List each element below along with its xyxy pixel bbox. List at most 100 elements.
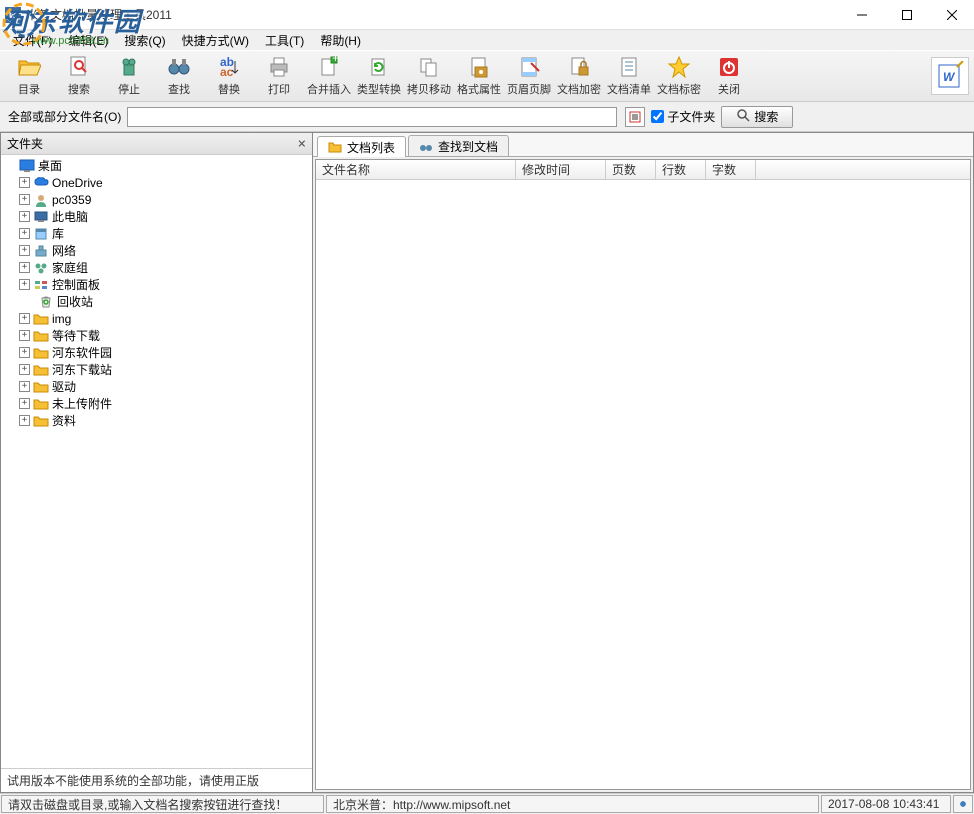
tree-item[interactable]: 回收站 — [15, 293, 312, 310]
tb-merge[interactable]: +合并插入 — [305, 53, 353, 99]
tb-directory[interactable]: 目录 — [5, 53, 53, 99]
tb-print[interactable]: 打印 — [255, 53, 303, 99]
menu-shortcut[interactable]: 快捷方式(W) — [174, 30, 257, 51]
tree-item[interactable]: + 河东软件园 — [15, 344, 312, 361]
file-list-body[interactable] — [316, 180, 970, 789]
col-modtime[interactable]: 修改时间 — [516, 160, 606, 179]
tree-root[interactable]: 桌面 — [1, 157, 312, 174]
expand-icon[interactable]: + — [19, 177, 30, 188]
col-filename[interactable]: 文件名称 — [316, 160, 516, 179]
tree-item[interactable]: +河东下载站 — [15, 361, 312, 378]
expand-icon[interactable]: + — [19, 330, 30, 341]
tree-item-label: pc0359 — [52, 193, 91, 207]
file-list: 文件名称 修改时间 页数 行数 字数 — [315, 159, 971, 790]
list-icon — [617, 55, 641, 79]
search-input[interactable] — [127, 107, 617, 127]
tab-found[interactable]: 查找到文档 — [408, 135, 509, 156]
menu-bar: 文件(F) 编辑(E) 搜索(Q) 快捷方式(W) 工具(T) 帮助(H) — [0, 30, 974, 50]
tb-format[interactable]: 格式属性 — [455, 53, 503, 99]
tree-item-icon — [33, 244, 49, 258]
maximize-button[interactable] — [884, 0, 929, 29]
tree-item[interactable]: +网络 — [15, 242, 312, 259]
folder-tree-pane: 文件夹 × 桌面 + OneDrive + pc0359 + 此电脑+库+网络+家庭组+控… — [0, 132, 313, 793]
col-pages[interactable]: 页数 — [606, 160, 656, 179]
tb-copymove[interactable]: 拷贝移动 — [405, 53, 453, 99]
tb-search[interactable]: 搜索 — [55, 53, 103, 99]
expand-icon[interactable]: + — [19, 415, 30, 426]
expand-icon[interactable]: + — [19, 228, 30, 239]
svg-text:W: W — [943, 70, 956, 84]
tree-item[interactable]: +控制面板 — [15, 276, 312, 293]
main-split: 文件夹 × 桌面 + OneDrive + pc0359 + 此电脑+库+网络+家庭组+控… — [0, 132, 974, 793]
tree-item[interactable]: + pc0359 — [15, 191, 312, 208]
tb-stop[interactable]: 停止 — [105, 53, 153, 99]
tree-item[interactable]: + OneDrive — [15, 174, 312, 191]
subfolder-checkbox[interactable]: 子文件夹 — [651, 108, 715, 125]
tb-encrypt[interactable]: 文档加密 — [555, 53, 603, 99]
expand-icon[interactable]: + — [19, 313, 30, 324]
tree-item[interactable]: + 资料 — [15, 412, 312, 429]
subfolder-checkbox-input[interactable] — [651, 110, 664, 123]
tree-item[interactable]: +img — [15, 310, 312, 327]
stop-icon — [117, 55, 141, 79]
folder-tree-title: 文件夹 — [7, 135, 43, 152]
tb-header-footer[interactable]: 页眉页脚 — [505, 53, 553, 99]
search-page-icon — [67, 55, 91, 79]
minimize-button[interactable] — [839, 0, 884, 29]
tb-convert[interactable]: 类型转换 — [355, 53, 403, 99]
tree-item-label: OneDrive — [52, 176, 103, 190]
status-hint: 请双击磁盘或目录,或输入文档名搜索按钮进行查找！ — [1, 795, 324, 813]
tb-secret[interactable]: 文档标密 — [655, 53, 703, 99]
tree-item[interactable]: +驱动 — [15, 378, 312, 395]
tree-item[interactable]: + 等待下载 — [15, 327, 312, 344]
tree-item-label: 河东软件园 — [52, 344, 112, 361]
tb-list[interactable]: 文档清单 — [605, 53, 653, 99]
tb-replace[interactable]: abac替换 — [205, 53, 253, 99]
tree-item[interactable]: +未上传附件 — [15, 395, 312, 412]
menu-edit[interactable]: 编辑(E) — [60, 30, 116, 51]
tree-item-icon — [33, 227, 49, 241]
close-button[interactable] — [929, 0, 974, 29]
col-lines[interactable]: 行数 — [656, 160, 706, 179]
expand-icon[interactable]: + — [19, 245, 30, 256]
tree-item-label: 等待下载 — [52, 327, 100, 344]
window-title: 米普文档批量处理工具2011 — [26, 6, 839, 23]
expand-icon[interactable]: + — [19, 398, 30, 409]
expand-icon[interactable]: + — [19, 194, 30, 205]
search-dropdown-icon[interactable] — [625, 107, 645, 127]
search-button[interactable]: 搜索 — [721, 106, 793, 128]
tb-close[interactable]: 关闭 — [705, 53, 753, 99]
copy-icon — [417, 55, 441, 79]
tree-item-icon — [33, 312, 49, 326]
expand-icon[interactable]: + — [19, 381, 30, 392]
expand-icon[interactable]: + — [19, 347, 30, 358]
tab-doclist[interactable]: 文档列表 — [317, 136, 406, 157]
col-chars[interactable]: 字数 — [706, 160, 756, 179]
status-globe-icon[interactable] — [953, 795, 973, 813]
tree-item-label: 资料 — [52, 412, 76, 429]
menu-search[interactable]: 搜索(Q) — [116, 30, 173, 51]
folder-tree[interactable]: 桌面 + OneDrive + pc0359 + 此电脑+库+网络+家庭组+控制面板回收站… — [1, 155, 312, 768]
folder-icon — [328, 140, 342, 154]
format-icon — [467, 55, 491, 79]
search-label: 全部或部分文件名(O) — [8, 108, 121, 125]
expand-icon[interactable]: + — [19, 262, 30, 273]
expand-icon[interactable]: + — [19, 364, 30, 375]
menu-tool[interactable]: 工具(T) — [257, 30, 312, 51]
tree-item[interactable]: + 此电脑 — [15, 208, 312, 225]
tree-item-icon — [33, 363, 49, 377]
tb-word-icon[interactable]: W — [931, 57, 969, 95]
close-pane-icon[interactable]: × — [298, 136, 306, 152]
tree-item[interactable]: +库 — [15, 225, 312, 242]
menu-file[interactable]: 文件(F) — [5, 30, 60, 51]
tb-find[interactable]: 查找 — [155, 53, 203, 99]
col-spacer — [756, 160, 970, 179]
expand-icon[interactable]: + — [19, 211, 30, 222]
tree-item-label: 回收站 — [57, 293, 93, 310]
menu-help[interactable]: 帮助(H) — [312, 30, 369, 51]
binoculars-small-icon — [419, 139, 433, 153]
tree-item[interactable]: +家庭组 — [15, 259, 312, 276]
expand-icon[interactable]: + — [19, 279, 30, 290]
status-time: 2017-08-08 10:43:41 — [821, 795, 951, 813]
tree-item-label: 此电脑 — [52, 208, 88, 225]
